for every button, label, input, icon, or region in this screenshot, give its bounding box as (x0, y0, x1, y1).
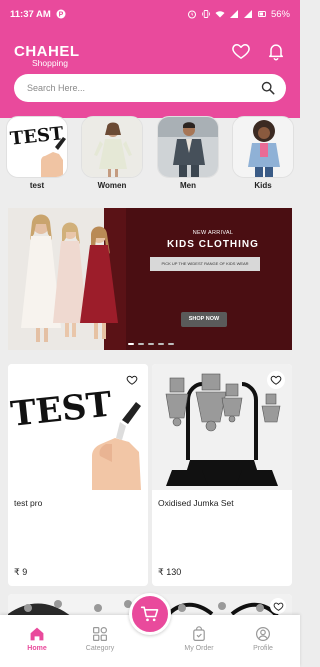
category-kids[interactable]: Kids (232, 116, 294, 190)
banner-subtitle: PICK UP THE WIDEST RANGE OF KIDS WEAR (150, 257, 260, 271)
banner-shop-now-button[interactable]: SHOP NOW (181, 312, 227, 327)
search-bar[interactable] (14, 74, 286, 102)
status-time: 11:37 AM (10, 8, 51, 20)
status-bar: 11:37 AM P 56% (10, 6, 290, 22)
nav-label: My Order (184, 645, 214, 652)
vibrate-icon (201, 9, 211, 19)
pagination-dot[interactable] (168, 343, 174, 345)
app-notification-icon: P (56, 9, 66, 19)
product-image: TEST (8, 364, 148, 490)
category-label: Men (180, 181, 196, 190)
category-label: test (29, 181, 45, 190)
pagination-dot[interactable] (148, 343, 154, 345)
heart-outline-icon (270, 375, 282, 385)
wishlist-button[interactable] (230, 40, 252, 62)
product-image (152, 364, 292, 490)
search-input[interactable] (27, 83, 260, 93)
notifications-button[interactable] (265, 40, 287, 62)
pagination-dot[interactable] (158, 343, 164, 345)
heart-outline-icon (273, 602, 283, 611)
order-bag-icon (190, 625, 208, 643)
nav-my-order[interactable]: My Order (169, 625, 229, 652)
category-men[interactable]: Men (157, 116, 219, 190)
wifi-icon (215, 9, 225, 19)
pagination-dot-active[interactable] (128, 343, 134, 345)
app-header: 11:37 AM P 56% CHAHEL Shopping (0, 0, 300, 118)
bell-icon (269, 44, 283, 61)
banner-kids-photo (8, 208, 126, 350)
cart-button[interactable] (129, 593, 171, 635)
alarm-icon (187, 9, 197, 19)
battery-level: 56% (270, 8, 290, 20)
category-grid-icon (91, 625, 109, 643)
nav-category[interactable]: Category (70, 625, 130, 652)
category-image (232, 116, 294, 178)
nav-label: Home (27, 645, 47, 652)
heart-outline-icon (126, 375, 138, 385)
promo-banner[interactable]: NEW ARRIVAL KIDS CLOTHING PICK UP THE WI… (8, 208, 292, 350)
nav-label: Profile (253, 645, 273, 652)
product-name: test pro (14, 498, 43, 508)
nav-label: Category (85, 645, 115, 652)
search-icon[interactable] (260, 80, 276, 96)
category-test[interactable]: TEST test (6, 116, 68, 190)
svg-text:P: P (59, 12, 64, 19)
signal-icon (229, 9, 239, 19)
home-icon (28, 625, 46, 643)
cart-icon (140, 606, 159, 622)
banner-title: KIDS CLOTHING (167, 239, 259, 250)
pagination-dot[interactable] (138, 343, 144, 345)
category-women[interactable]: Women (81, 116, 143, 190)
favorite-button[interactable] (270, 598, 286, 614)
nav-profile[interactable]: Profile (233, 625, 293, 652)
category-image (157, 116, 219, 178)
product-price: ₹ 9 (14, 567, 28, 577)
category-strip: TEST test Women Men Kids (0, 116, 300, 194)
signal-icon-2 (243, 9, 253, 19)
category-image (81, 116, 143, 178)
category-label: Women (97, 181, 127, 190)
product-card[interactable]: Oxidised Jumka Set ₹ 130 (152, 364, 292, 586)
favorite-button[interactable] (267, 371, 285, 389)
banner-tag: NEW ARRIVAL (192, 230, 234, 236)
product-card[interactable]: TEST test pro ₹ 9 (8, 364, 148, 586)
brand-logo: CHAHEL Shopping (14, 43, 80, 68)
product-name: Oxidised Jumka Set (158, 498, 234, 508)
heart-icon (232, 44, 250, 59)
nav-home[interactable]: Home (7, 625, 67, 652)
battery-icon (257, 9, 267, 19)
category-image: TEST (6, 116, 68, 178)
favorite-button[interactable] (123, 371, 141, 389)
banner-pagination (128, 343, 174, 345)
product-price: ₹ 130 (158, 567, 182, 577)
category-label: Kids (254, 181, 272, 190)
profile-icon (254, 625, 272, 643)
bottom-navigation: Home Category My Order Profile (0, 593, 300, 667)
